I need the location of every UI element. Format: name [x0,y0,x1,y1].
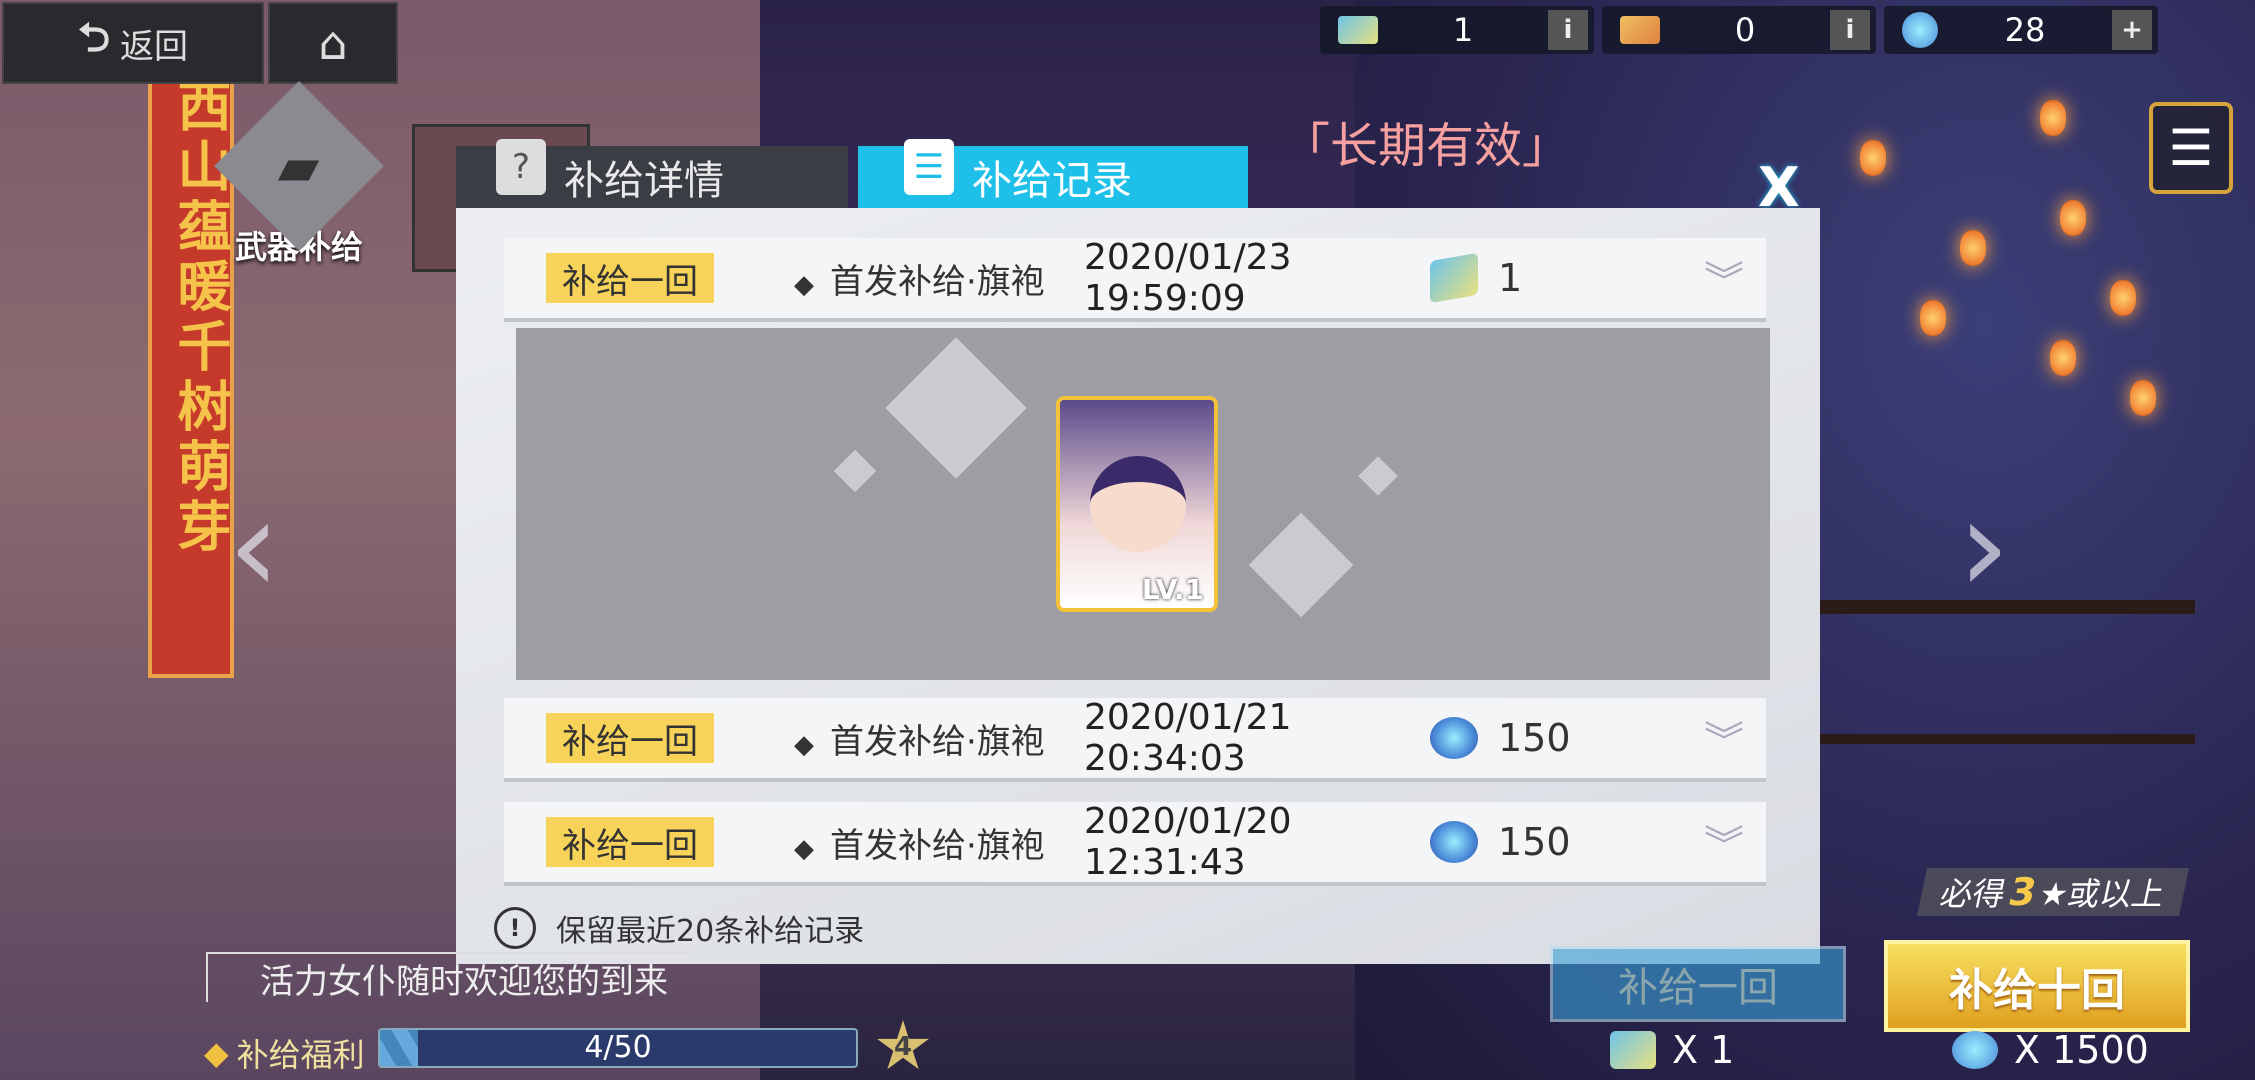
welfare-text: 补给福利 [236,1036,365,1074]
diamond-decoration [1248,512,1354,618]
prev-arrow-icon[interactable]: ‹ [228,470,280,622]
record-reward: 150 [1498,716,1571,760]
guarantee-suffix: ★或以上 [2035,875,2169,913]
diamond-decoration [833,449,877,493]
cost-ten: X 1500 [1952,1028,2149,1072]
long-valid-label: 「长期有效」 [1282,118,1571,174]
record-name: ◆ 首发补给·旗袍 [794,818,1084,867]
currency-ticket-gold: 0 i [1602,6,1876,54]
lantern-icon [1920,300,1946,336]
cost-one-text: X 1 [1672,1028,1735,1072]
lantern-icon [2040,100,2066,136]
lantern-icon [2060,200,2086,236]
record-time: 2020/01/23 19:59:09 [1084,237,1292,319]
lantern-icon [1960,230,1986,266]
chevron-down-icon[interactable]: ︾ [1704,249,1744,307]
crystal-icon [1952,1031,1998,1069]
record-tag: 补给一回 [546,253,714,303]
record-row[interactable]: 补给一回 ◆ 首发补给·旗袍 2020/01/21 20:34:03 150 ︾ [504,697,1766,779]
cost-one: X 1 [1610,1028,1734,1072]
cost-ten-text: X 1500 [2014,1028,2149,1072]
character-card[interactable]: LV.1 [1056,396,1218,612]
welfare-label: ◆ 补给福利 [204,1030,365,1076]
question-icon: ? [496,139,546,195]
back-arrow-icon: ⮌ [77,15,111,61]
ticket-icon [1430,252,1478,304]
currency-value: 0 [1734,11,1756,49]
note-text: 保留最近20条补给记录 [556,914,865,949]
currency-value: 1 [1452,11,1474,49]
star-badge-icon[interactable]: 4 [877,1020,929,1070]
guarantee-label: 必得 3 ★或以上 [1916,868,2190,916]
info-button[interactable]: i [1548,10,1588,50]
record-row[interactable]: 补给一回 ◆ 首发补给·旗袍 2020/01/23 19:59:09 1 ︾ [504,237,1766,319]
record-tag: 补给一回 [546,713,714,763]
tab-supply-record[interactable]: ☰ 补给记录 [858,139,1248,208]
lantern-icon [2050,340,2076,376]
diamond-bullet-icon: ◆ [204,1034,229,1072]
character-portrait [1090,456,1186,552]
back-button[interactable]: ⮌ 返回 [2,2,264,84]
info-button[interactable]: i [1830,10,1870,50]
record-time: 2020/01/20 12:31:43 [1084,801,1292,883]
record-name-text: 首发补给·旗袍 [830,261,1045,302]
marquee-text: 活力女仆随时欢迎您的到来 [206,952,692,1002]
record-name-text: 首发补给·旗袍 [830,721,1045,762]
diamond-decoration [885,337,1027,479]
crystal-icon [1902,12,1938,48]
tab-label: 补给详情 [564,158,724,204]
welfare-progress-bar: 4/50 [378,1028,858,1068]
exclamation-icon: ! [494,907,536,949]
card-level: LV.1 [1141,573,1204,606]
crystal-icon [1430,821,1478,863]
diamond-bullet-icon: ◆ [794,833,814,864]
home-icon: ⌂ [318,16,348,70]
diamond-bullet-icon: ◆ [794,729,814,760]
home-button[interactable]: ⌂ [268,2,398,84]
currency-value: 28 [2004,11,2046,49]
diamond-decoration [1358,456,1398,496]
clipboard-icon: ☰ [904,139,954,195]
record-name: ◆ 首发补给·旗袍 [794,254,1084,303]
currency-crystal: 28 + [1884,6,2158,54]
supply-ten-button[interactable]: 补给十回 [1884,940,2190,1032]
diamond-bullet-icon: ◆ [794,269,814,300]
record-reward: 150 [1498,820,1571,864]
record-reward: 1 [1498,256,1523,300]
tab-label: 补给记录 [972,158,1132,204]
ticket-gold-icon [1620,16,1660,44]
list-icon: ☰ [2168,119,2214,177]
back-label: 返回 [120,26,189,67]
guarantee-prefix: 必得 [1936,875,2010,913]
next-arrow-icon[interactable]: › [1958,470,2010,622]
record-tag: 补给一回 [546,817,714,867]
menu-button[interactable]: ☰ [2149,102,2233,194]
lantern-icon [1860,140,1886,176]
guarantee-number: 3 [2004,870,2041,914]
record-name: ◆ 首发补给·旗袍 [794,714,1084,763]
currency-ticket-blue: 1 i [1320,6,1594,54]
record-name-text: 首发补给·旗袍 [830,825,1045,866]
crystal-icon [1430,717,1478,759]
add-currency-button[interactable]: + [2112,10,2152,50]
record-time: 2020/01/21 20:34:03 [1084,697,1292,779]
ticket-icon [1610,1031,1656,1069]
lantern-icon [2130,380,2156,416]
ticket-blue-icon [1338,16,1378,44]
record-note: ! 保留最近20条补给记录 [494,906,864,950]
supply-one-button[interactable]: 补给一回 [1550,946,1846,1022]
record-row[interactable]: 补给一回 ◆ 首发补给·旗袍 2020/01/20 12:31:43 150 ︾ [504,801,1766,883]
progress-text: 4/50 [584,1030,652,1065]
weapon-supply-tab[interactable]: ▰ 武器补给 [214,81,384,266]
chevron-down-icon[interactable]: ︾ [1704,709,1744,767]
lantern-icon [2110,280,2136,316]
tab-supply-detail[interactable]: ? 补给详情 [456,139,848,208]
chevron-down-icon[interactable]: ︾ [1704,813,1744,871]
